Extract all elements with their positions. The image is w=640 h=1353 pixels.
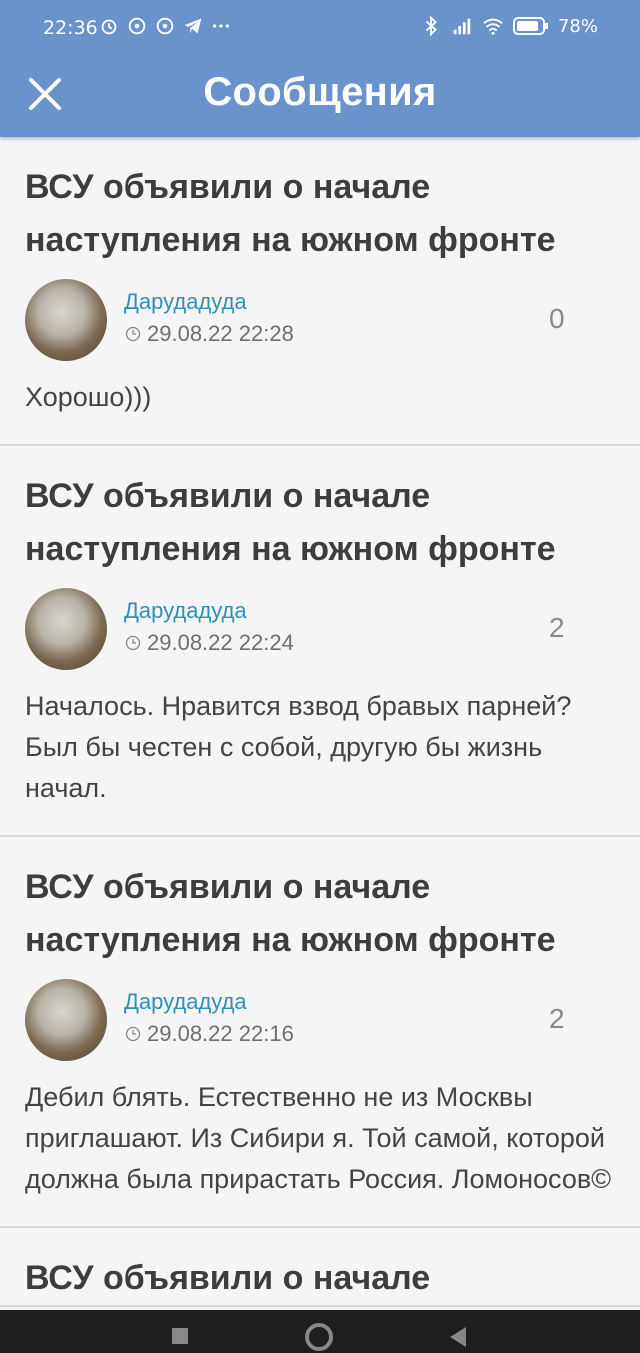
- system-nav-bar: [0, 1310, 640, 1353]
- message-text: Дебил блять. Естественно не из Москвы пр…: [25, 1082, 612, 1194]
- author-link[interactable]: Дарудадуда: [124, 598, 247, 624]
- clock-icon: [125, 1026, 141, 1042]
- clock-icon: [125, 635, 141, 651]
- avatar[interactable]: [25, 279, 107, 361]
- message-meta: Дарудадуда 29.08.22 22:16 2: [25, 979, 640, 1063]
- avatar[interactable]: [25, 979, 107, 1061]
- message-date: 29.08.22 22:28: [125, 321, 294, 347]
- app-bar: 22:36 78% Сообщения: [0, 0, 640, 137]
- date-text: 29.08.22 22:24: [147, 630, 294, 655]
- telegram-icon: [184, 18, 202, 34]
- list-item[interactable]: ВСУ объявили о начале наступления на южн…: [0, 837, 640, 1228]
- alarm-icon: [101, 19, 117, 35]
- clock-icon: [125, 326, 141, 342]
- signal-icon: [453, 18, 471, 35]
- notification-icons: [98, 15, 232, 37]
- recents-button-icon[interactable]: [170, 1326, 190, 1346]
- message-date: 29.08.22 22:24: [125, 630, 294, 656]
- battery-level: 78%: [557, 15, 598, 37]
- battery-icon: [512, 17, 548, 35]
- page-title: Сообщения: [203, 70, 437, 114]
- more-notifications-icon: [212, 24, 230, 28]
- message-title[interactable]: ВСУ объявили о начале наступления на южн…: [25, 861, 625, 967]
- author-link[interactable]: Дарудадуда: [124, 989, 247, 1015]
- message-meta: Дарудадуда 29.08.22 22:24 2: [25, 588, 640, 672]
- list-item[interactable]: ВСУ объявили о начале наступления на южн…: [0, 446, 640, 837]
- system-icons: 78%: [420, 15, 598, 37]
- list-item[interactable]: ВСУ объявили о начале: [0, 1228, 640, 1307]
- status-bar: 22:36 78%: [0, 0, 640, 58]
- date-text: 29.08.22 22:16: [147, 1021, 294, 1046]
- avatar[interactable]: [25, 588, 107, 670]
- message-title[interactable]: ВСУ объявили о начале наступления на южн…: [25, 161, 625, 267]
- author-link[interactable]: Дарудадуда: [124, 289, 247, 315]
- rating-count: 2: [549, 612, 565, 643]
- rating-count: 2: [549, 1003, 565, 1034]
- message-date: 29.08.22 22:16: [125, 1021, 294, 1047]
- viber-icon: [156, 17, 174, 35]
- home-button-icon[interactable]: [304, 1322, 334, 1352]
- rating-count: 0: [549, 303, 565, 334]
- message-title[interactable]: ВСУ объявили о начале: [25, 1252, 625, 1305]
- bluetooth-icon: [425, 15, 437, 37]
- message-title[interactable]: ВСУ объявили о начале наступления на южн…: [25, 470, 625, 576]
- status-time: 22:36: [43, 17, 98, 39]
- list-item[interactable]: ВСУ объявили о начале наступления на южн…: [0, 137, 640, 446]
- message-text: Началось. Нравится взвод бравых парней? …: [25, 691, 572, 803]
- back-button-icon[interactable]: [448, 1326, 468, 1348]
- messages-list: ВСУ объявили о начале наступления на южн…: [0, 137, 640, 1307]
- date-text: 29.08.22 22:28: [147, 321, 294, 346]
- viber-icon: [128, 17, 146, 35]
- message-text: Хорошо))): [25, 382, 152, 412]
- wifi-icon: [483, 18, 503, 35]
- message-meta: Дарудадуда 29.08.22 22:28 0: [25, 279, 640, 363]
